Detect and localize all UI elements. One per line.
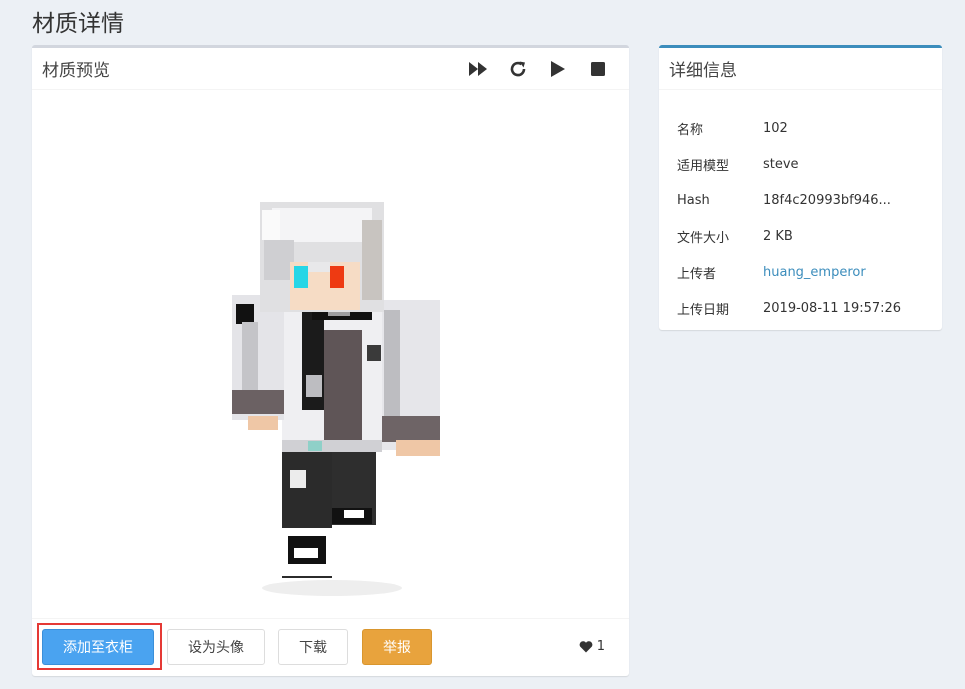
uploader-link[interactable]: huang_emperor	[763, 265, 866, 280]
page-title: 材质详情	[32, 11, 124, 37]
preview-panel: 材质预览 添加至衣柜 设为头像 下载 举报 1	[32, 45, 629, 676]
info-label: 上传者	[677, 266, 717, 282]
info-label: 文件大小	[677, 230, 730, 246]
set-avatar-button[interactable]: 设为头像	[167, 629, 265, 665]
info-label: 名称	[677, 122, 704, 138]
skin-model-render	[232, 202, 440, 596]
info-row-size: 文件大小 2 KB	[677, 218, 901, 254]
highlight-box	[37, 623, 162, 670]
info-title: 详细信息	[669, 61, 737, 81]
info-label: 适用模型	[677, 158, 730, 174]
heart-icon	[579, 640, 593, 652]
fast-forward-icon[interactable]	[465, 56, 491, 82]
preview-footer: 添加至衣柜 设为头像 下载 举报 1	[32, 618, 629, 676]
preview-title: 材质预览	[42, 61, 110, 81]
play-icon[interactable]	[545, 56, 571, 82]
preview-header: 材质预览	[32, 48, 629, 90]
refresh-icon[interactable]	[505, 56, 531, 82]
download-button[interactable]: 下载	[278, 629, 348, 665]
info-row-uploader: 上传者 huang_emperor	[677, 254, 901, 290]
info-value: 2 KB	[763, 228, 793, 244]
info-value: 102	[763, 120, 788, 136]
info-label: Hash	[677, 192, 710, 208]
report-button[interactable]: 举报	[362, 629, 432, 665]
stop-icon[interactable]	[585, 56, 611, 82]
info-value: 2019-08-11 19:57:26	[763, 300, 902, 316]
detail-info-panel: 详细信息 名称 102 适用模型 steve Hash 18f4c20993bf…	[659, 45, 942, 330]
info-value: steve	[763, 156, 799, 172]
info-table: 名称 102 适用模型 steve Hash 18f4c20993bf946..…	[677, 110, 901, 326]
info-row-model: 适用模型 steve	[677, 146, 901, 182]
info-row-date: 上传日期 2019-08-11 19:57:26	[677, 290, 901, 326]
info-row-name: 名称 102	[677, 110, 901, 146]
like-count: 1	[596, 639, 605, 654]
preview-tools	[465, 56, 619, 82]
info-value: 18f4c20993bf946...	[763, 192, 891, 208]
info-header: 详细信息	[659, 48, 942, 90]
skin-3d-viewer[interactable]	[32, 90, 629, 618]
like-counter[interactable]: 1	[579, 639, 605, 654]
info-row-hash: Hash 18f4c20993bf946...	[677, 182, 901, 218]
info-label: 上传日期	[677, 302, 730, 318]
